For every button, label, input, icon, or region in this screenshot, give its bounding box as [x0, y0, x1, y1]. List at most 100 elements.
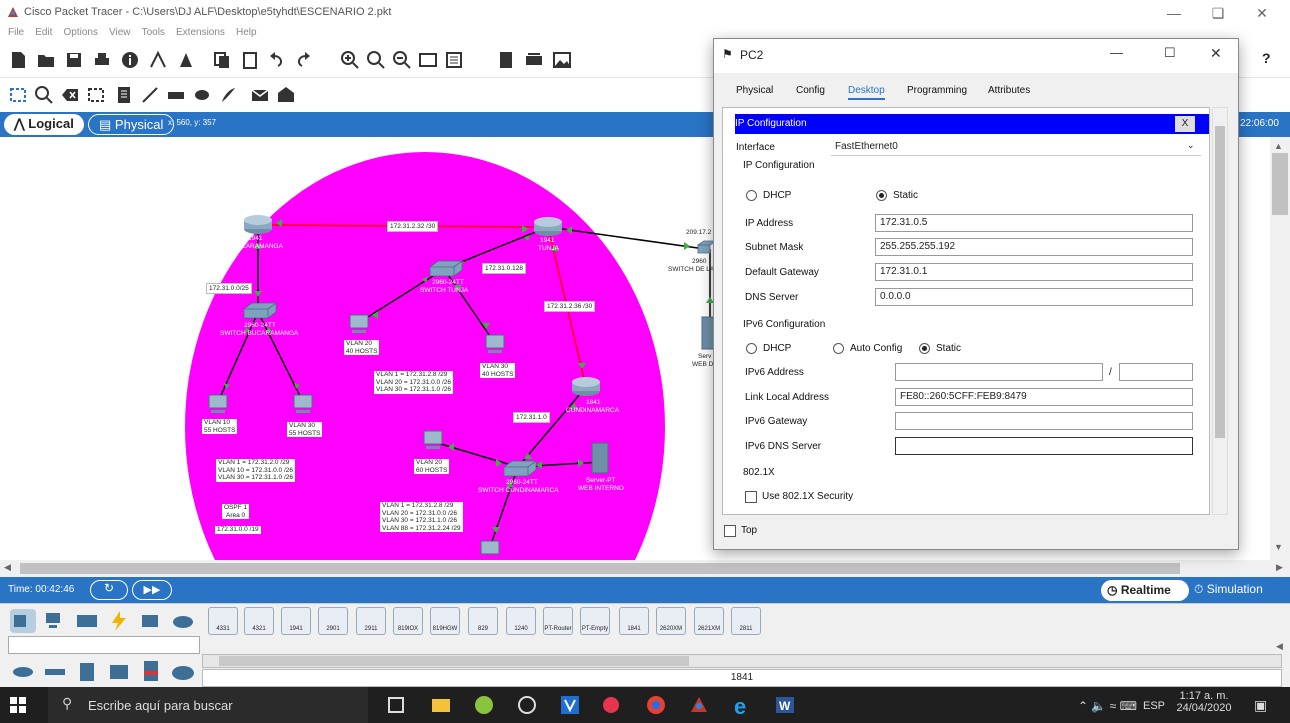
inspect-icon[interactable] [34, 85, 54, 105]
horizontal-scroll-thumb[interactable] [20, 563, 1180, 574]
ip-address-input[interactable]: 172.31.0.5 [875, 214, 1193, 232]
draw-rectangle-icon[interactable] [166, 85, 186, 105]
subnet-mask-input[interactable]: 255.255.255.192 [875, 238, 1193, 256]
device-model[interactable]: 4321 [244, 607, 274, 635]
auto-config-radio[interactable] [833, 343, 844, 354]
dhcp-radio[interactable] [746, 190, 757, 201]
ipv6-static-radio[interactable] [919, 343, 930, 354]
chrome-icon[interactable] [644, 694, 668, 716]
tab-attributes[interactable]: Attributes [988, 85, 1030, 96]
app-green-icon[interactable] [472, 694, 496, 716]
ipv6-prefix-input[interactable] [1119, 363, 1193, 381]
workspace-vertical-scrollbar[interactable]: ▲ ▼ [1270, 137, 1290, 560]
pc-vlan88-cundi[interactable] [480, 540, 500, 555]
select-icon[interactable] [8, 85, 28, 105]
zoom-out-icon[interactable] [392, 50, 412, 70]
switch-tunja[interactable] [428, 260, 464, 277]
undo-icon[interactable] [268, 50, 288, 70]
menu-tools[interactable]: Tools [142, 27, 165, 38]
switch-bucaramanga[interactable] [242, 302, 278, 319]
end-devices-category-icon[interactable] [42, 609, 68, 633]
app-red-icon[interactable] [601, 694, 625, 716]
pc2-close-button[interactable]: ✕ [1210, 45, 1222, 62]
packet-tracer-taskbar-icon[interactable] [687, 694, 711, 716]
device-model[interactable]: 1240 [506, 607, 536, 635]
simulation-button[interactable]: ⏱ Simulation [1194, 582, 1263, 597]
draw-line-icon[interactable] [140, 85, 160, 105]
scroll-right-icon[interactable]: ▶ [1276, 562, 1283, 573]
device-model[interactable]: 819HGW [430, 607, 460, 635]
language-indicator[interactable]: ESP [1143, 700, 1165, 712]
switches-subcategory-icon[interactable] [42, 659, 68, 683]
vertical-scroll-thumb[interactable] [1272, 153, 1288, 215]
pc2-minimize-button[interactable]: — [1110, 45, 1123, 60]
draw-ellipse-icon[interactable] [192, 85, 212, 105]
maximize-button[interactable]: ❏ [1200, 2, 1236, 24]
tab-desktop[interactable]: Desktop [848, 85, 885, 100]
app-gear-icon[interactable] [515, 694, 539, 716]
image-icon[interactable] [552, 50, 572, 70]
router-bucaramanga[interactable] [244, 215, 272, 234]
device-list-scroll-thumb[interactable] [219, 656, 689, 666]
copy-icon[interactable] [212, 50, 232, 70]
task-view-icon[interactable] [384, 694, 408, 716]
ipv6-dhcp-radio[interactable] [746, 343, 757, 354]
notifications-icon[interactable]: ▣ [1254, 697, 1267, 714]
server-web-interno[interactable] [591, 442, 609, 474]
router-cundinamarca[interactable] [572, 377, 600, 396]
power-cycle-button[interactable]: ↻ [90, 580, 128, 600]
menu-edit[interactable]: Edit [35, 27, 52, 38]
device-model[interactable]: 2621XM [694, 607, 724, 635]
close-button[interactable]: ✕ [1244, 2, 1280, 24]
minimize-button[interactable]: — [1156, 2, 1192, 24]
dot1x-checkbox[interactable] [745, 491, 757, 503]
realtime-button[interactable]: ◷ Realtime [1101, 580, 1189, 601]
redo-icon[interactable] [292, 50, 312, 70]
menu-help[interactable]: Help [236, 27, 257, 38]
activity-wizard-icon[interactable] [148, 50, 168, 70]
interface-select[interactable]: FastEthernet0 ⌄ [831, 138, 1201, 156]
resize-icon[interactable] [86, 85, 106, 105]
device-search-box[interactable] [8, 636, 200, 654]
fast-forward-button[interactable]: ▶▶ [132, 580, 172, 600]
pc-vlan30-buca[interactable] [293, 394, 313, 413]
add-simple-pdu-icon[interactable] [250, 85, 270, 105]
device-model[interactable]: PT-Router [543, 607, 573, 635]
pc-vlan20-cundi[interactable] [423, 430, 443, 449]
switch-cundinamarca[interactable] [502, 460, 538, 477]
tab-physical[interactable]: Physical [736, 85, 773, 96]
taskbar-clock[interactable]: 1:17 a. m. 24/04/2020 [1176, 690, 1232, 714]
zoom-reset-icon[interactable] [366, 50, 386, 70]
file-explorer-icon[interactable] [429, 694, 453, 716]
app-v-icon[interactable] [558, 694, 582, 716]
scroll-down-icon[interactable]: ▼ [1274, 542, 1283, 552]
open-folder-icon[interactable] [36, 50, 56, 70]
menu-file[interactable]: File [8, 27, 24, 38]
device-list-scrollbar[interactable] [202, 654, 1282, 668]
router-tunja[interactable] [534, 217, 562, 236]
help-button[interactable]: ? [1262, 50, 1271, 66]
edge-icon[interactable]: e [730, 694, 754, 716]
drawing-palette-icon[interactable] [418, 50, 438, 70]
network-switch-icon[interactable] [524, 50, 544, 70]
device-scroll-left-icon[interactable]: ◀ [1276, 641, 1283, 652]
device-model[interactable]: 2811 [731, 607, 761, 635]
physical-view-button[interactable]: ▤ Physical [88, 114, 175, 135]
logical-view-button[interactable]: ⋀ Logical [4, 114, 84, 135]
zoom-in-icon[interactable] [340, 50, 360, 70]
top-checkbox[interactable] [724, 525, 736, 537]
freeform-icon[interactable] [218, 85, 238, 105]
print-icon[interactable] [92, 50, 112, 70]
device-model[interactable]: 2911 [356, 607, 386, 635]
system-tray-icons[interactable]: ⌃ 🔈 ≈ ⌨ [1078, 699, 1137, 713]
info-icon[interactable] [120, 50, 140, 70]
menu-options[interactable]: Options [63, 27, 97, 38]
scroll-left-icon[interactable]: ◀ [4, 562, 11, 573]
tab-config[interactable]: Config [796, 85, 825, 96]
new-file-icon[interactable] [8, 50, 28, 70]
tab-programming[interactable]: Programming [907, 85, 967, 96]
ipv6-dns-input[interactable] [895, 437, 1193, 455]
save-icon[interactable] [64, 50, 84, 70]
multiuser-category-icon[interactable] [170, 609, 196, 633]
pc2-scroll-thumb[interactable] [1215, 126, 1225, 438]
